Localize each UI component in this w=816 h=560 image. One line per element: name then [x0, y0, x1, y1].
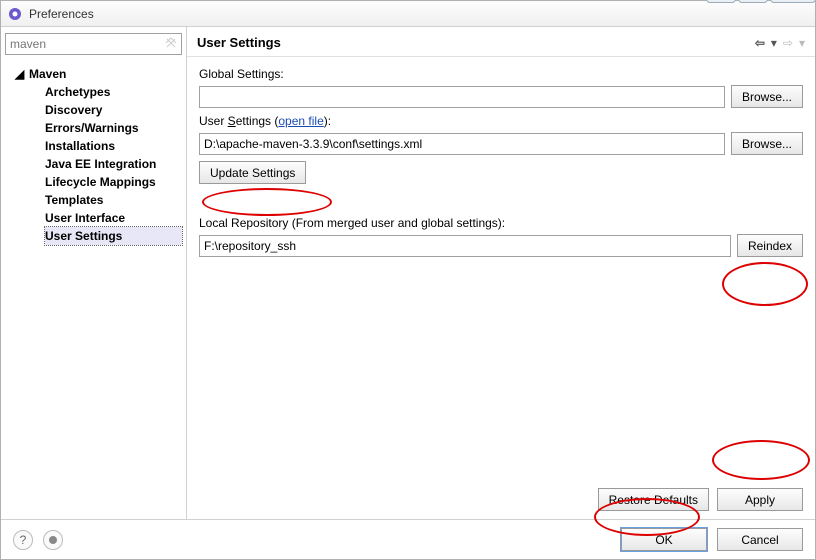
local-repo-label: Local Repository (From merged user and g…	[199, 216, 803, 230]
tree-item[interactable]: Java EE Integration	[45, 155, 182, 173]
nav-icons: ⇦ ▾ ⇨ ▾	[755, 36, 805, 50]
local-repo-input[interactable]	[199, 235, 731, 257]
tree-node-label: Maven	[29, 67, 66, 81]
user-settings-label: User Settings (open file):	[199, 114, 803, 128]
apply-button[interactable]: Apply	[717, 488, 803, 511]
update-settings-button[interactable]: Update Settings	[199, 161, 306, 184]
filter-input[interactable]	[5, 33, 182, 55]
minimize-button[interactable]: ━	[706, 0, 736, 3]
user-settings-input[interactable]	[199, 133, 725, 155]
window-controls: ━ ☐ ✕	[706, 0, 816, 3]
ok-button[interactable]: OK	[621, 528, 707, 551]
tree-item[interactable]: Errors/Warnings	[45, 119, 182, 137]
nav-back-icon[interactable]: ⇦	[755, 36, 765, 50]
tree-item[interactable]: Archetypes	[45, 83, 182, 101]
maximize-button[interactable]: ☐	[738, 0, 768, 3]
clear-filter-icon[interactable]	[164, 36, 178, 50]
nav-forward-menu-icon[interactable]: ▾	[799, 36, 805, 50]
page-title: User Settings	[197, 35, 281, 50]
preference-tree: ◢ Maven ArchetypesDiscoveryErrors/Warnin…	[5, 65, 182, 245]
tree-node-maven[interactable]: ◢ Maven	[5, 65, 182, 83]
page-header: User Settings ⇦ ▾ ⇨ ▾	[187, 27, 815, 57]
dialog-body: ◢ Maven ArchetypesDiscoveryErrors/Warnin…	[1, 27, 815, 519]
app-icon	[7, 6, 23, 22]
global-settings-label: Global Settings:	[199, 67, 803, 81]
titlebar: Preferences ━ ☐ ✕	[1, 1, 815, 27]
open-file-link[interactable]: open file	[278, 114, 323, 128]
caret-down-icon: ◢	[15, 67, 25, 81]
settings-form: Global Settings: Browse... User Settings…	[187, 57, 815, 478]
preferences-dialog: Preferences ━ ☐ ✕ ◢ Maven ArchetypesDisc…	[0, 0, 816, 560]
tree-item[interactable]: Discovery	[45, 101, 182, 119]
help-button[interactable]: ?	[13, 530, 33, 550]
nav-back-menu-icon[interactable]: ▾	[771, 36, 777, 50]
user-settings-browse-button[interactable]: Browse...	[731, 132, 803, 155]
tree-item[interactable]: Templates	[45, 191, 182, 209]
oomph-record-button[interactable]	[43, 530, 63, 550]
tree-item[interactable]: Lifecycle Mappings	[45, 173, 182, 191]
dialog-button-bar: ? OK Cancel	[1, 519, 815, 559]
reindex-button[interactable]: Reindex	[737, 234, 803, 257]
page-buttons: Restore Defaults Apply	[187, 478, 815, 519]
close-button[interactable]: ✕	[770, 0, 816, 3]
cancel-button[interactable]: Cancel	[717, 528, 803, 551]
global-settings-browse-button[interactable]: Browse...	[731, 85, 803, 108]
right-panel: User Settings ⇦ ▾ ⇨ ▾ Global Settings: B…	[187, 27, 815, 519]
tree-item[interactable]: Installations	[45, 137, 182, 155]
restore-defaults-button[interactable]: Restore Defaults	[598, 488, 709, 511]
tree-item[interactable]: User Interface	[45, 209, 182, 227]
left-panel: ◢ Maven ArchetypesDiscoveryErrors/Warnin…	[1, 27, 187, 519]
nav-forward-icon[interactable]: ⇨	[783, 36, 793, 50]
window-title: Preferences	[29, 7, 94, 21]
tree-item[interactable]: User Settings	[45, 227, 182, 245]
filter-wrap	[5, 33, 182, 55]
global-settings-input[interactable]	[199, 86, 725, 108]
